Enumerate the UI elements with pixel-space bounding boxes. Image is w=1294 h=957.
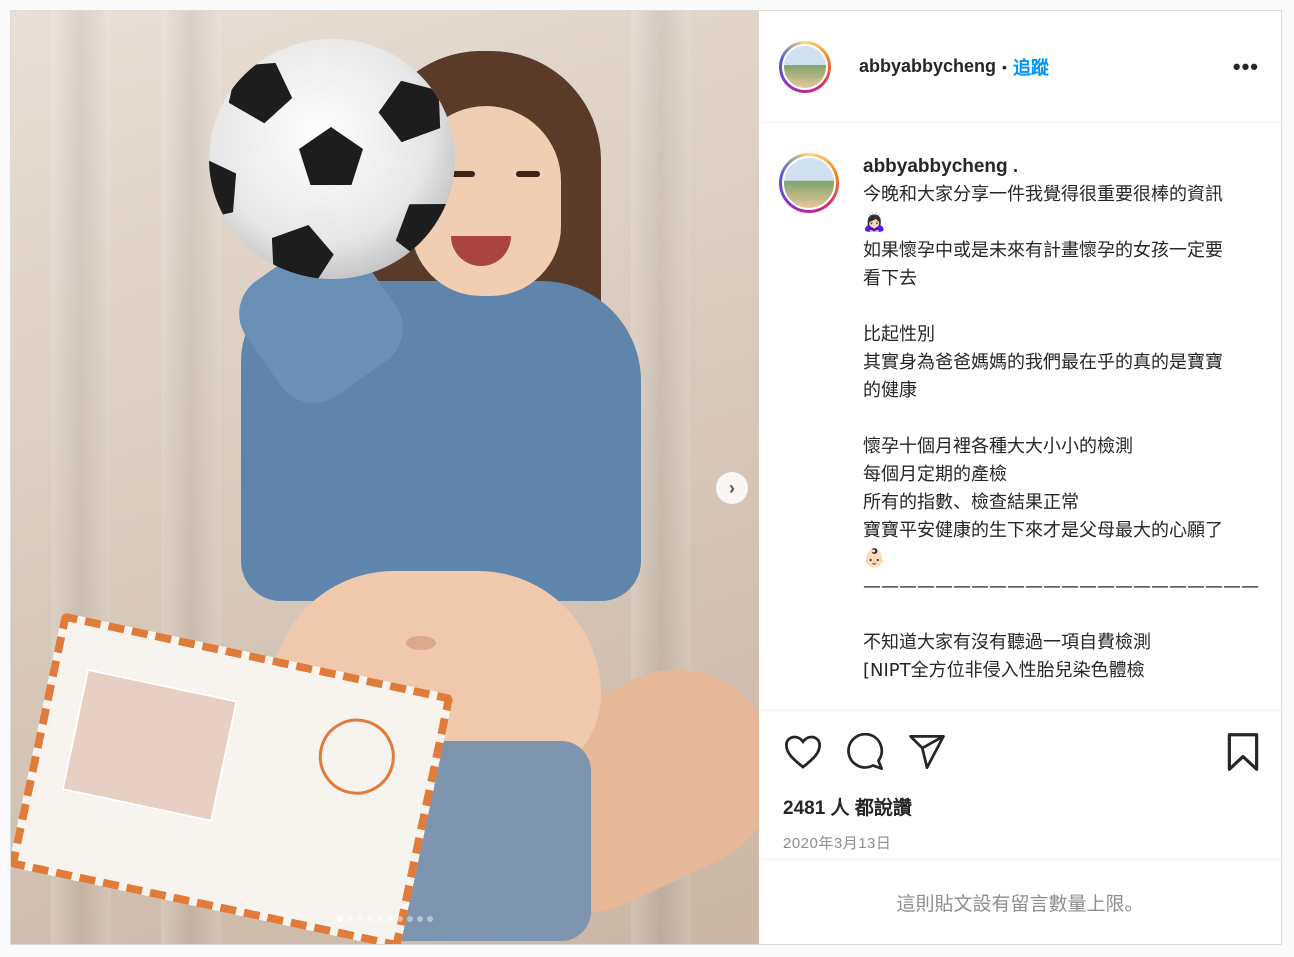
caption-text: 今晚和大家分享一件我覺得很重要很棒的資訊🙇🏻‍♀️ 如果懷孕中或是未來有計畫懷孕… [863,184,1259,681]
carousel-dot [337,916,343,922]
follow-button[interactable]: 追蹤 [1013,54,1049,80]
carousel-dot [407,916,413,922]
post-dialog: › abbyabbycheng • 追蹤 ••• abbyabbycheng .… [10,10,1282,945]
photo-navel [406,636,436,650]
post-header: abbyabbycheng • 追蹤 ••• [759,11,1281,123]
post-date[interactable]: 2020年3月13日 [759,820,1281,860]
carousel-dot [427,916,433,922]
caption-body: abbyabbycheng . 今晚和大家分享一件我覺得很重要很棒的資訊🙇🏻‍♀… [863,153,1259,685]
photo-eye [451,171,475,177]
likes-count[interactable]: 2481 人 都說讚 [759,793,1281,820]
carousel-dot [357,916,363,922]
ball-patch [219,47,303,129]
action-bar [759,711,1281,793]
envelope-photo [61,668,238,822]
username-link[interactable]: abbyabbycheng [859,56,996,77]
caption-avatar[interactable] [779,153,839,213]
chevron-right-icon: › [729,478,735,498]
like-button[interactable] [783,732,823,772]
next-photo-button[interactable]: › [716,472,748,504]
comment-icon [847,733,884,771]
share-button[interactable] [907,732,947,772]
carousel-dot [347,916,353,922]
more-options-icon[interactable]: ••• [1233,54,1259,80]
caption-section[interactable]: abbyabbycheng . 今晚和大家分享一件我覺得很重要很棒的資訊🙇🏻‍♀… [759,123,1281,711]
carousel-dot [367,916,373,922]
separator-dot: • [1002,58,1007,75]
caption-username[interactable]: abbyabbycheng . [863,153,1235,181]
carousel-indicator [11,916,759,922]
ball-patch [299,127,363,185]
carousel-dot [387,916,393,922]
ball-patch [263,217,340,279]
comment-button[interactable] [845,732,885,772]
bookmark-icon [1227,733,1259,771]
avatar-image [782,43,828,90]
share-icon [909,734,945,770]
photo-eye [516,171,540,177]
envelope-stamp [311,711,402,802]
heart-icon [784,735,822,769]
caption: abbyabbycheng . 今晚和大家分享一件我覺得很重要很棒的資訊🙇🏻‍♀… [779,153,1261,685]
comments-limited-notice: 這則貼文設有留言數量上限。 [896,893,1144,915]
carousel-dot [397,916,403,922]
avatar-image [782,156,836,210]
post-sidebar: abbyabbycheng • 追蹤 ••• abbyabbycheng . 今… [759,11,1281,944]
avatar[interactable] [779,40,831,93]
post-photo[interactable]: › [11,11,759,944]
carousel-dot [417,916,423,922]
save-button[interactable] [1223,732,1263,772]
carousel-dot [377,916,383,922]
photo-soccer-ball [209,39,455,279]
